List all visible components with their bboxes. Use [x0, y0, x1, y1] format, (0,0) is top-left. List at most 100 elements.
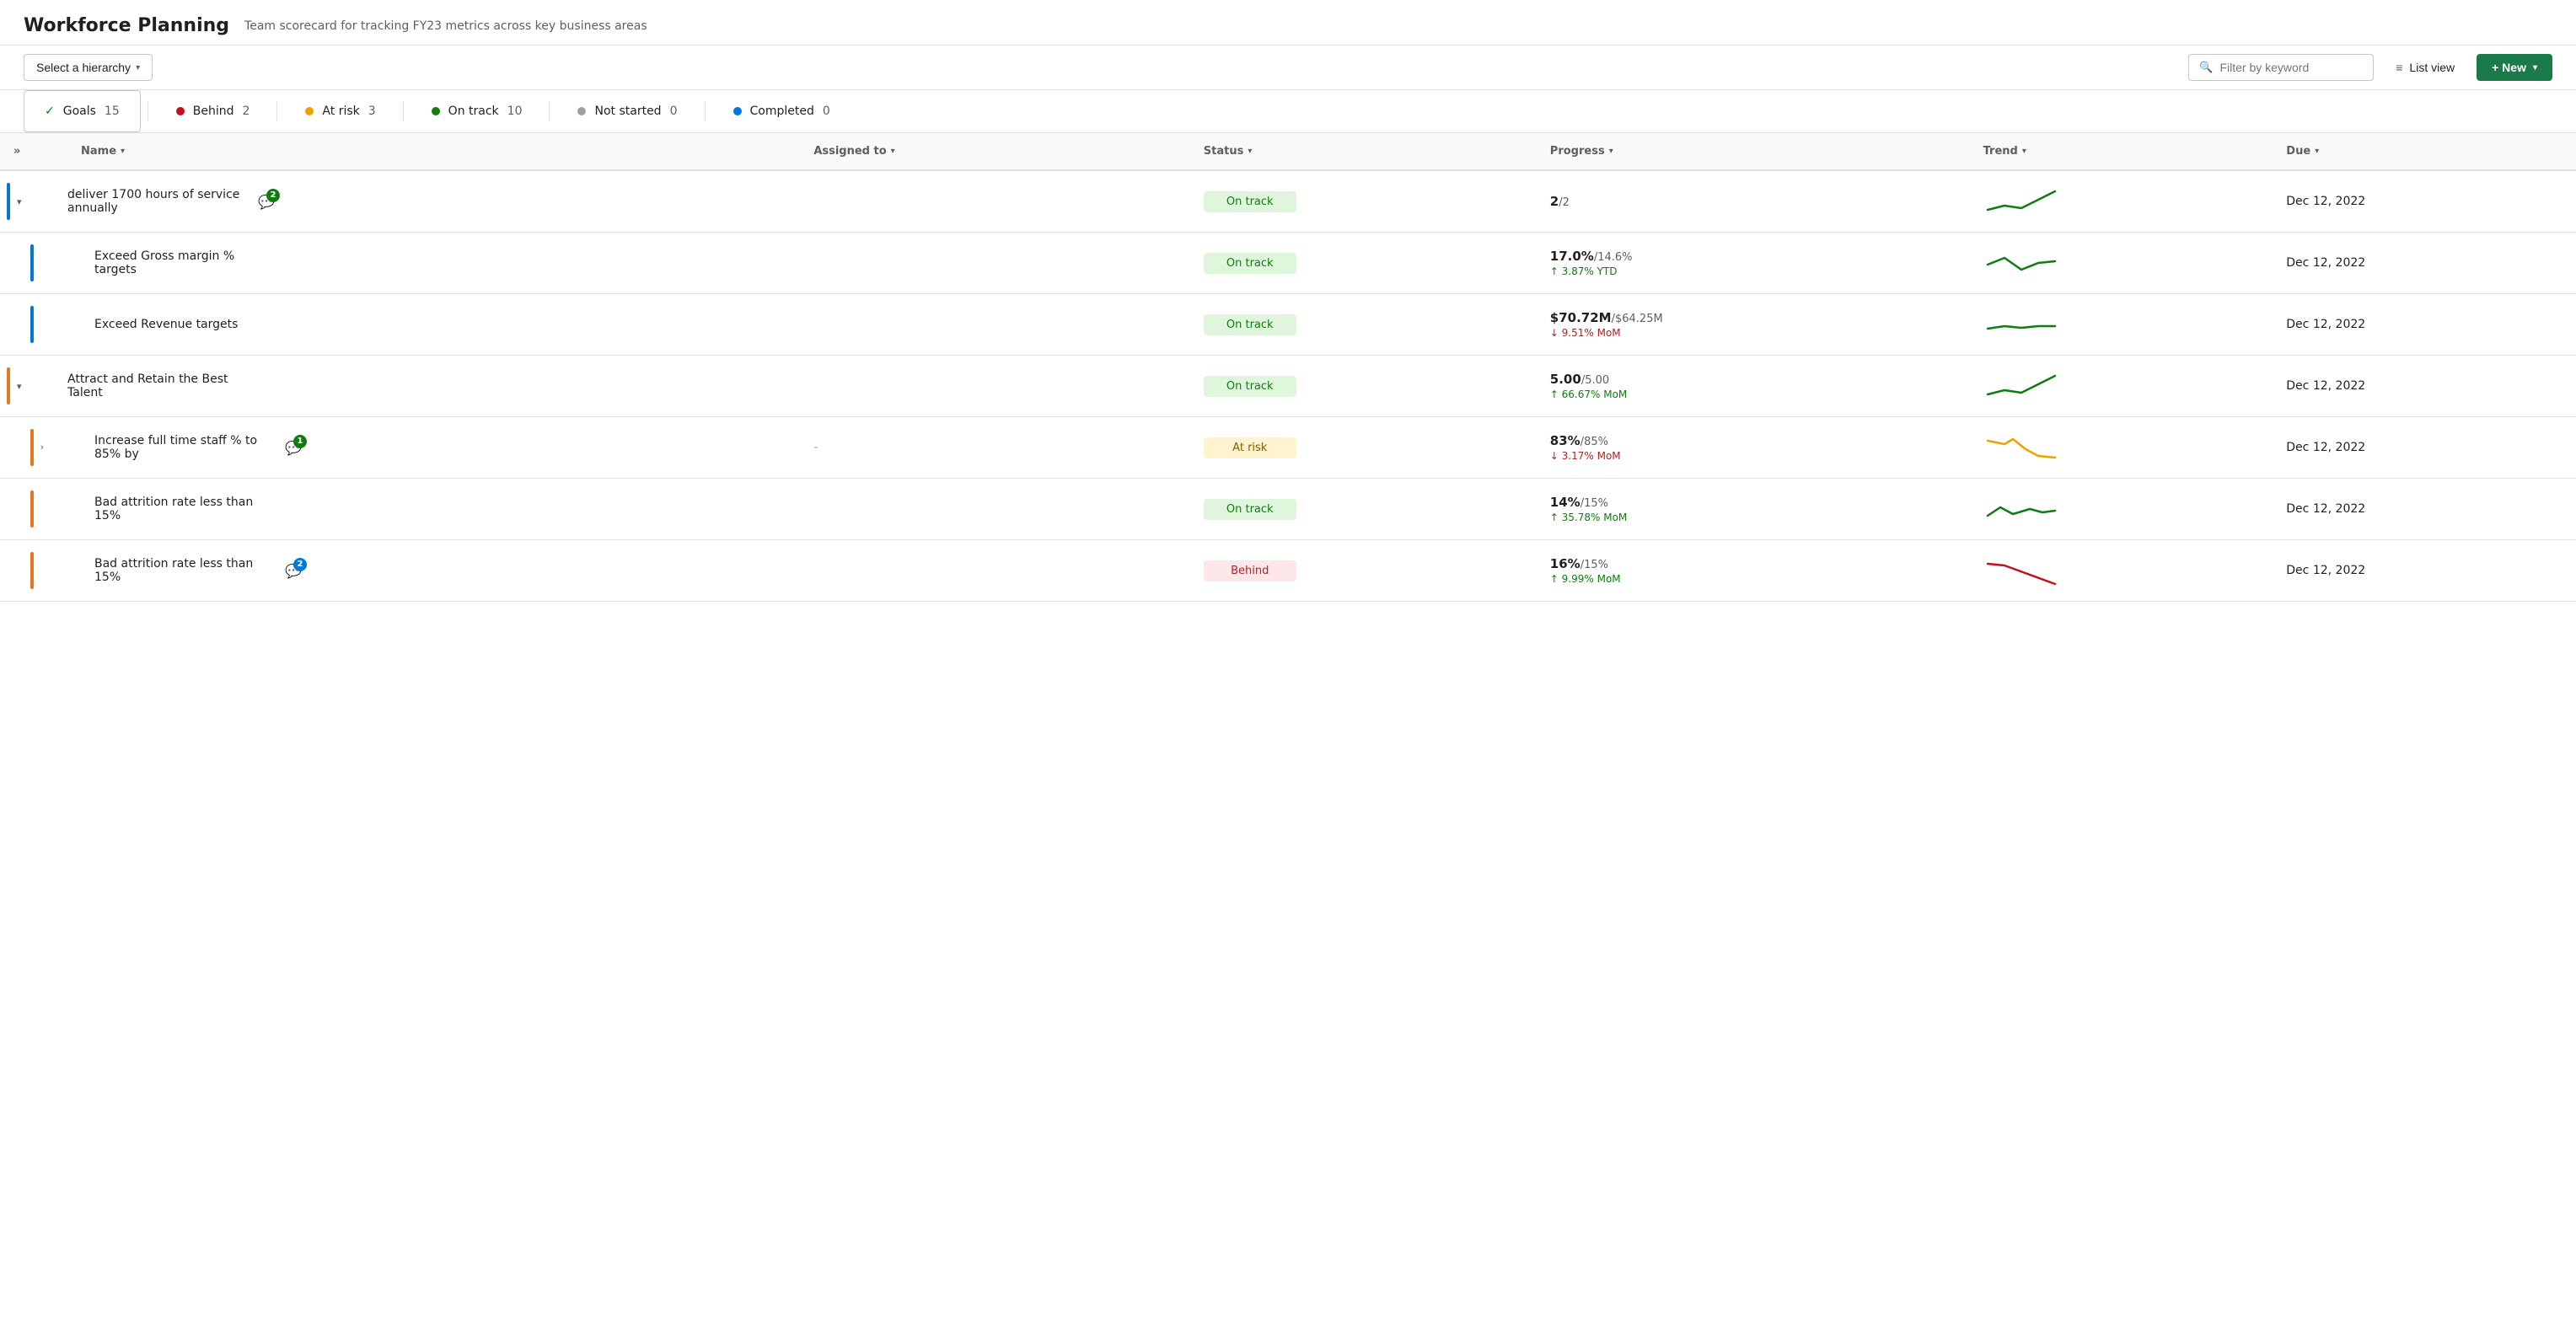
hierarchy-select-button[interactable]: Select a hierarchy ▾	[24, 54, 153, 81]
status-cell: On track	[1190, 170, 1537, 233]
filter-input[interactable]	[2219, 61, 2354, 74]
due-date: Dec 12, 2022	[2286, 318, 2365, 331]
comment-button[interactable]: 💬	[289, 375, 312, 397]
completed-dot	[733, 107, 742, 115]
progress-target: /$64.25M	[1612, 313, 1663, 325]
assigned-cell: -	[800, 417, 1189, 479]
color-bar	[7, 183, 10, 220]
progress-target: /15%	[1580, 559, 1608, 571]
expand-button[interactable]: ▾	[13, 378, 25, 395]
toolbar: Select a hierarchy ▾ 🔍 ≡ List view + New…	[0, 46, 2576, 90]
expand-cell	[0, 479, 67, 540]
color-bar	[30, 429, 34, 466]
expand-cell: ▾	[0, 170, 67, 233]
separator-5	[705, 101, 706, 121]
progress-target: /14.6%	[1594, 251, 1633, 264]
table-row[interactable]: ▾ Attract and Retain the Best Talent ✏️ …	[0, 356, 2576, 417]
name-cell: Increase full time staff % to 85% by 💬 1	[67, 417, 800, 479]
separator-4	[549, 101, 550, 121]
due-date: Dec 12, 2022	[2286, 441, 2365, 454]
behind-dot	[176, 107, 185, 115]
progress-target: /5.00	[1581, 374, 1609, 387]
progress-target: /85%	[1580, 436, 1608, 448]
due-col-header[interactable]: Due ▾	[2273, 133, 2576, 170]
stat-at-risk[interactable]: At risk 3	[284, 91, 395, 131]
due-date: Dec 12, 2022	[2286, 502, 2365, 516]
due-cell: Dec 12, 2022	[2273, 233, 2576, 294]
name-cell: Attract and Retain the Best Talent ✏️ 💬 …	[67, 356, 800, 417]
table-row[interactable]: Exceed Revenue targets On track $70.72M/…	[0, 294, 2576, 356]
progress-cell: $70.72M/$64.25M ↓ 9.51% MoM	[1537, 294, 1970, 356]
status-badge: On track	[1204, 191, 1296, 212]
new-button[interactable]: + New ▾	[2477, 54, 2552, 81]
more-button[interactable]: ⋯	[319, 375, 339, 397]
status-badge: At risk	[1204, 437, 1296, 458]
status-badge: On track	[1204, 499, 1296, 520]
expand-cell	[0, 233, 67, 294]
progress-target: /15%	[1580, 497, 1608, 510]
status-badge: On track	[1204, 253, 1296, 274]
progress-cell: 14%/15% ↑ 35.78% MoM	[1537, 479, 1970, 540]
comment-badge[interactable]: 💬 1	[285, 440, 302, 456]
trend-cell	[1970, 233, 2273, 294]
table-row[interactable]: › Increase full time staff % to 85% by 💬…	[0, 417, 2576, 479]
row-name: Exceed Gross margin % targets	[94, 249, 280, 276]
name-cell: Exceed Gross margin % targets	[67, 233, 800, 294]
edit-button[interactable]: ✏️	[258, 375, 281, 397]
color-bar	[30, 244, 34, 281]
progress-change: ↑ 35.78% MoM	[1550, 512, 1956, 523]
table-row[interactable]: Bad attrition rate less than 15% On trac…	[0, 479, 2576, 540]
expand-all-icon[interactable]: »	[13, 145, 20, 158]
status-cell: At risk	[1190, 417, 1537, 479]
progress-cell: 5.00/5.00 ↑ 66.67% MoM	[1537, 356, 1970, 417]
on-track-label: On track	[448, 104, 499, 118]
row-name: Increase full time staff % to 85% by	[94, 434, 280, 461]
stat-not-started[interactable]: Not started 0	[556, 91, 697, 131]
table-row[interactable]: Exceed Gross margin % targets On track 1…	[0, 233, 2576, 294]
name-cell: deliver 1700 hours of service annually 💬…	[67, 170, 800, 233]
expand-button[interactable]: ›	[37, 439, 47, 456]
progress-change: ↑ 9.99% MoM	[1550, 573, 1956, 585]
not-started-label: Not started	[594, 104, 661, 118]
progress-change: ↑ 66.67% MoM	[1550, 388, 1956, 400]
trend-col-header[interactable]: Trend ▾	[1970, 133, 2273, 170]
table-row[interactable]: ▾ deliver 1700 hours of service annually…	[0, 170, 2576, 233]
name-cell: Exceed Revenue targets	[67, 294, 800, 356]
row-name: Attract and Retain the Best Talent	[67, 372, 253, 399]
stat-goals[interactable]: ✓ Goals 15	[24, 90, 141, 132]
expand-col-header: »	[0, 133, 67, 170]
goals-table: » Name ▾ Assigned to ▾	[0, 133, 2576, 602]
expand-cell	[0, 540, 67, 602]
due-date: Dec 12, 2022	[2286, 256, 2365, 270]
progress-change: ↓ 9.51% MoM	[1550, 327, 1956, 339]
color-bar	[30, 552, 34, 589]
expand-button[interactable]: ▾	[13, 193, 25, 211]
progress-main: 5.00	[1550, 372, 1581, 387]
progress-main: 16%	[1550, 556, 1580, 571]
trend-col-label: Trend	[1983, 145, 2018, 158]
comment-badge[interactable]: 💬 2	[285, 563, 302, 579]
name-col-header[interactable]: Name ▾	[67, 133, 800, 170]
filter-input-wrap: 🔍	[2188, 54, 2374, 81]
list-view-button[interactable]: ≡ List view	[2384, 55, 2466, 80]
status-cell: On track	[1190, 294, 1537, 356]
row-name: Bad attrition rate less than 15%	[94, 557, 280, 584]
progress-change: ↓ 3.17% MoM	[1550, 450, 1956, 462]
status-col-header[interactable]: Status ▾	[1190, 133, 1537, 170]
trend-cell	[1970, 170, 2273, 233]
name-cell: Bad attrition rate less than 15%	[67, 479, 800, 540]
table-header-row: » Name ▾ Assigned to ▾	[0, 133, 2576, 170]
assigned-col-header[interactable]: Assigned to ▾	[800, 133, 1189, 170]
status-badge: On track	[1204, 314, 1296, 335]
trend-cell	[1970, 294, 2273, 356]
table-row[interactable]: Bad attrition rate less than 15% 💬 2 Beh…	[0, 540, 2576, 602]
stat-completed[interactable]: Completed 0	[712, 91, 851, 131]
due-date: Dec 12, 2022	[2286, 379, 2365, 393]
stat-behind[interactable]: Behind 2	[155, 91, 271, 131]
color-bar	[7, 367, 10, 405]
behind-count: 2	[243, 104, 250, 118]
stat-on-track[interactable]: On track 10	[411, 91, 543, 131]
progress-col-header[interactable]: Progress ▾	[1537, 133, 1970, 170]
progress-cell: 2/2	[1537, 170, 1970, 233]
comment-badge[interactable]: 💬 2	[258, 194, 275, 210]
